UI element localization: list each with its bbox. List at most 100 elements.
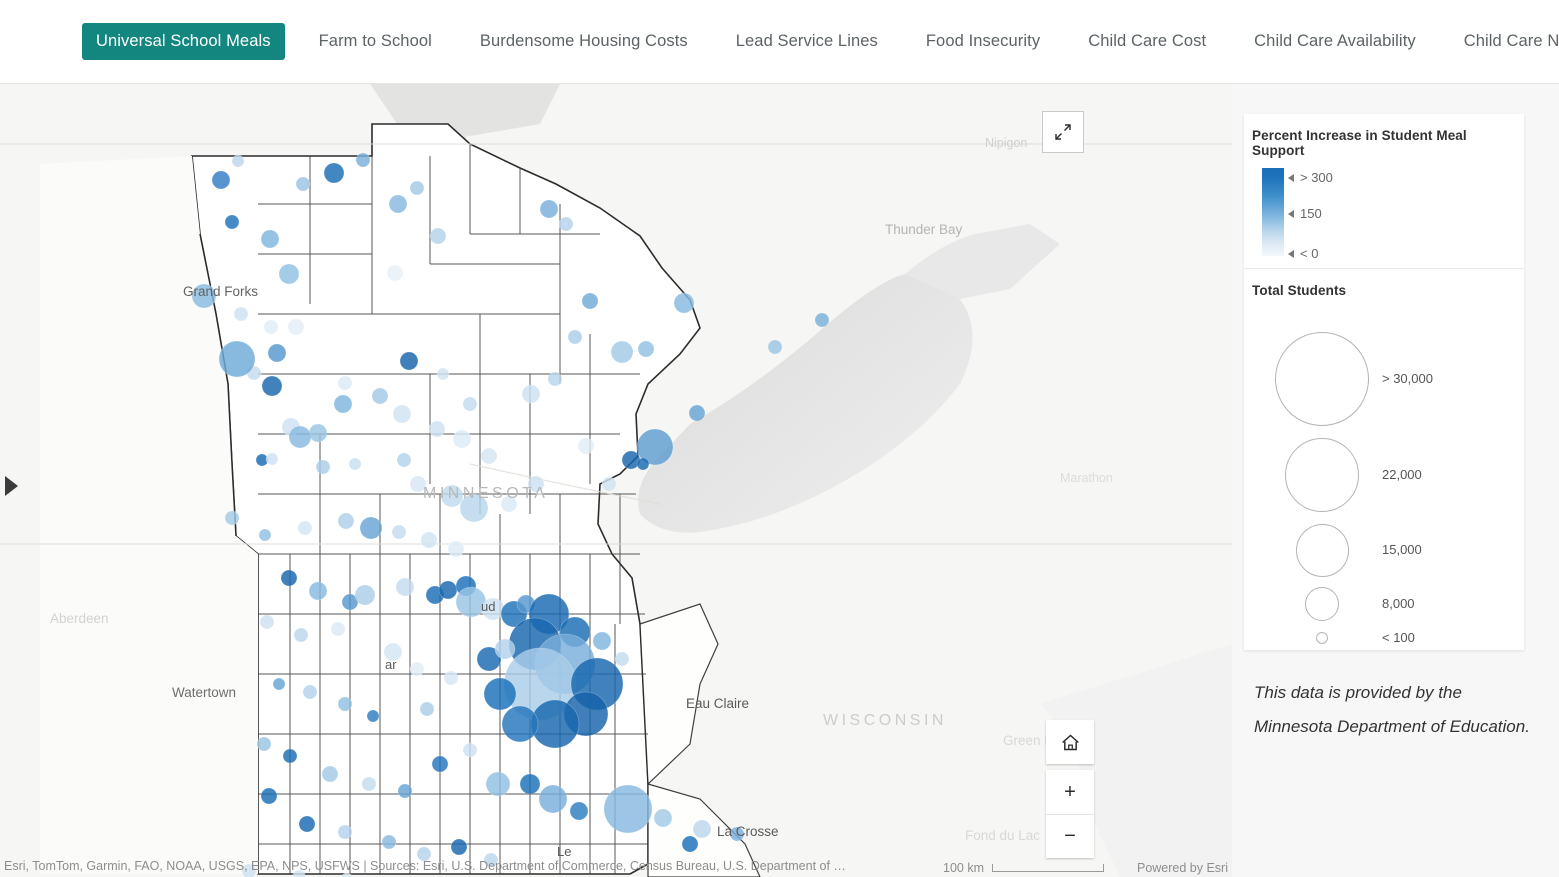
map-point[interactable] [272, 677, 286, 691]
map-point[interactable] [267, 343, 287, 363]
map-point[interactable] [366, 709, 380, 723]
map-point[interactable] [395, 577, 415, 597]
map-point[interactable] [637, 340, 655, 358]
map-point[interactable] [263, 319, 279, 335]
map-point[interactable] [218, 340, 256, 378]
map-point[interactable] [692, 819, 712, 839]
map-point[interactable] [337, 824, 353, 840]
map-point[interactable] [241, 863, 257, 877]
map-point[interactable] [452, 429, 472, 449]
map-point[interactable] [601, 476, 617, 492]
map-point[interactable] [438, 580, 458, 600]
map-point[interactable] [231, 154, 245, 168]
map-point[interactable] [359, 516, 383, 540]
map-point[interactable] [450, 838, 468, 856]
map-point[interactable] [610, 340, 634, 364]
map-point[interactable] [420, 531, 438, 549]
map-point[interactable] [681, 835, 699, 853]
map-point[interactable] [287, 318, 305, 336]
map-point[interactable] [308, 581, 328, 601]
map-point[interactable] [333, 394, 353, 414]
map-point[interactable] [603, 784, 653, 834]
map-point[interactable] [521, 384, 541, 404]
map-point[interactable] [256, 736, 272, 752]
map-point[interactable] [494, 638, 516, 660]
map-point[interactable] [259, 614, 275, 630]
map-point[interactable] [538, 784, 568, 814]
map-point[interactable] [483, 852, 499, 868]
map-point[interactable] [293, 627, 309, 643]
map-point[interactable] [577, 437, 595, 455]
map-point[interactable] [337, 375, 353, 391]
map-point[interactable] [396, 452, 412, 468]
map-point[interactable] [315, 459, 331, 475]
map-point[interactable] [399, 351, 419, 371]
map-point[interactable] [558, 216, 574, 232]
map-point[interactable] [348, 457, 362, 471]
map-navigation-controls[interactable]: + − [1046, 720, 1094, 858]
map-point[interactable] [386, 264, 404, 282]
map-point[interactable] [211, 170, 231, 190]
map-point[interactable] [391, 524, 407, 540]
map-point[interactable] [354, 584, 376, 606]
map-point[interactable] [419, 701, 435, 717]
map-point[interactable] [295, 176, 311, 192]
map-point[interactable] [258, 528, 272, 542]
map-point[interactable] [581, 292, 599, 310]
map-point[interactable] [673, 292, 695, 314]
map-point[interactable] [355, 152, 371, 168]
map-point[interactable] [392, 404, 412, 424]
tab-lead-service-lines[interactable]: Lead Service Lines [722, 23, 892, 60]
tab-child-care-need[interactable]: Child Care Need [1450, 23, 1559, 60]
map-point[interactable] [308, 423, 328, 443]
tab-food-insecurity[interactable]: Food Insecurity [912, 23, 1054, 60]
map-point[interactable] [321, 765, 339, 783]
map-point[interactable] [409, 661, 425, 677]
map-point[interactable] [224, 214, 240, 230]
map-point[interactable] [260, 787, 278, 805]
map-point[interactable] [443, 670, 459, 686]
map-point[interactable] [436, 367, 450, 381]
map-point[interactable] [371, 387, 389, 405]
map-point[interactable] [431, 755, 449, 773]
map-point[interactable] [569, 801, 589, 821]
map-point[interactable] [501, 705, 539, 743]
expand-left-panel-handle[interactable] [0, 468, 22, 504]
expand-map-button[interactable] [1042, 111, 1084, 153]
map-point[interactable] [388, 194, 408, 214]
tab-universal-school-meals[interactable]: Universal School Meals [82, 23, 285, 60]
map-point[interactable] [233, 306, 249, 322]
map-point[interactable] [282, 748, 298, 764]
map-point[interactable] [224, 510, 240, 526]
map-point[interactable] [265, 452, 279, 466]
map-point[interactable] [567, 329, 583, 345]
map-point[interactable] [480, 447, 498, 465]
map-point[interactable] [539, 199, 559, 219]
map-point[interactable] [519, 773, 541, 795]
map-point[interactable] [302, 684, 318, 700]
map-point[interactable] [653, 808, 673, 828]
map-point[interactable] [397, 783, 413, 799]
map-point[interactable] [462, 396, 478, 412]
map-point[interactable] [416, 846, 432, 862]
map-point[interactable] [547, 371, 563, 387]
map-point[interactable] [261, 375, 283, 397]
map-point[interactable] [323, 162, 345, 184]
map-point[interactable] [361, 776, 377, 792]
map-point[interactable] [428, 420, 446, 438]
map-point[interactable] [485, 771, 511, 797]
tab-child-care-availability[interactable]: Child Care Availability [1240, 23, 1430, 60]
map-point[interactable] [381, 834, 397, 850]
map-point[interactable] [337, 512, 355, 530]
tab-farm-to-school[interactable]: Farm to School [305, 23, 446, 60]
home-button[interactable] [1046, 720, 1094, 764]
map-point[interactable] [260, 229, 280, 249]
map-point[interactable] [636, 457, 650, 471]
map-point[interactable] [298, 815, 316, 833]
map-point[interactable] [330, 621, 346, 637]
map-point[interactable] [337, 696, 353, 712]
map-point[interactable] [297, 520, 313, 536]
tab-burdensome-housing-costs[interactable]: Burdensome Housing Costs [466, 23, 702, 60]
map-point[interactable] [288, 425, 312, 449]
map-point[interactable] [814, 312, 830, 328]
